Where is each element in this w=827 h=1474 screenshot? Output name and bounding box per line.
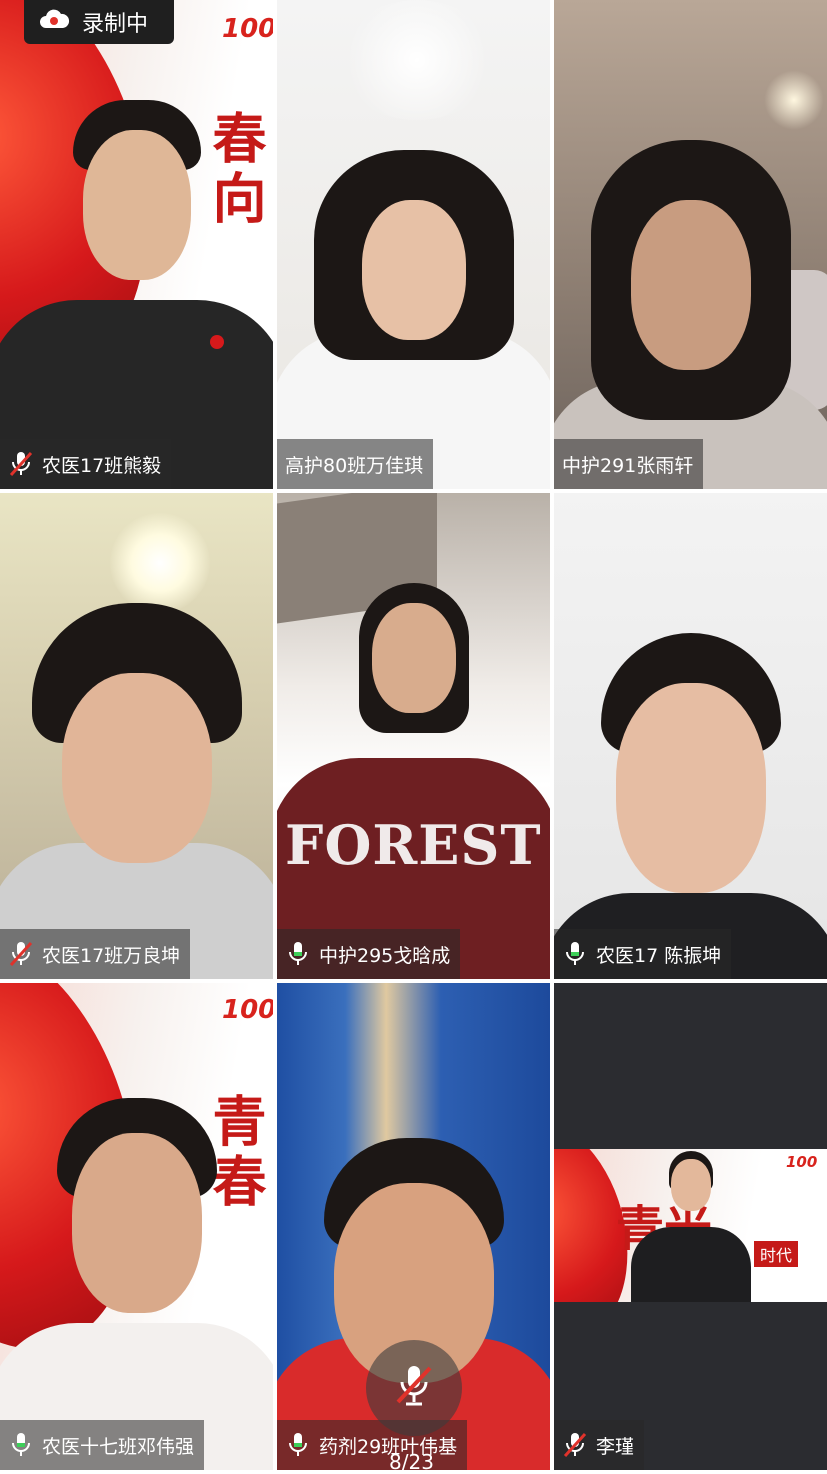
participant-label: 高护80班万佳琪	[277, 439, 434, 489]
participant-tile[interactable]: 100 春向 农医17班熊毅	[0, 0, 273, 489]
mic-muted-icon	[8, 939, 34, 969]
mic-on-icon	[8, 1430, 34, 1460]
mic-muted-icon	[8, 449, 34, 479]
participant-video: 100 春向	[0, 0, 273, 489]
mic-on-icon	[562, 939, 588, 969]
participant-label: 中护291张雨轩	[554, 439, 704, 489]
participant-name: 中护291张雨轩	[562, 454, 694, 477]
participant-name: 中护295戈晗成	[319, 944, 451, 967]
mic-muted-icon	[562, 1430, 588, 1460]
participant-label: 农医17 陈振坤	[554, 929, 732, 979]
participant-label: 中护295戈晗成	[277, 929, 461, 979]
centennial-logo: 100	[786, 1153, 818, 1171]
participant-name: 农医17班万良坤	[42, 944, 181, 967]
participant-video: FOREST	[277, 493, 550, 979]
participant-video: 100 青春	[0, 983, 273, 1470]
mic-on-icon	[285, 1430, 311, 1460]
participant-tile[interactable]: 农医17班万良坤	[0, 493, 273, 979]
video-grid: 100 春向 农医17班熊毅 高护80班万佳琪 中护291张雨轩 农医17班万良…	[0, 0, 827, 1470]
participant-video	[0, 493, 273, 979]
participant-video	[554, 0, 827, 489]
mic-muted-icon	[394, 1362, 434, 1414]
participant-video: 100 青光 时代	[554, 983, 827, 1470]
participant-tile[interactable]: 100 青春 农医十七班邓伟强	[0, 983, 273, 1470]
participant-name: 农医十七班邓伟强	[42, 1435, 195, 1458]
centennial-logo: 100	[222, 14, 273, 44]
participant-video	[277, 0, 550, 489]
participant-tile[interactable]: 100 青光 时代 李瑾	[554, 983, 827, 1470]
participant-label: 农医17班万良坤	[0, 929, 191, 979]
participant-tile[interactable]: 高护80班万佳琪	[277, 0, 550, 489]
participant-tile[interactable]: 中护291张雨轩	[554, 0, 827, 489]
shared-video-thumbnail: 100 青光 时代	[554, 1149, 827, 1302]
participant-name: 李瑾	[596, 1435, 635, 1458]
participant-label: 农医17班熊毅	[0, 439, 172, 489]
mic-on-icon	[285, 939, 311, 969]
participant-tile[interactable]: 农医17 陈振坤	[554, 493, 827, 979]
recording-indicator[interactable]: 录制中	[24, 0, 174, 44]
participant-label: 李瑾	[554, 1420, 645, 1470]
shirt-print: FOREST	[285, 813, 542, 877]
centennial-logo: 100	[222, 995, 273, 1025]
participant-tile[interactable]: FOREST 中护295戈晗成	[277, 493, 550, 979]
participant-name: 农医17班熊毅	[42, 454, 162, 477]
cloud-record-icon	[38, 8, 70, 36]
participant-label: 农医十七班邓伟强	[0, 1420, 205, 1470]
participant-name: 农医17 陈振坤	[596, 944, 722, 967]
page-indicator: 8/23	[389, 1450, 434, 1474]
participant-name: 高护80班万佳琪	[285, 454, 424, 477]
recording-label: 录制中	[82, 12, 149, 37]
participant-video	[554, 493, 827, 979]
mute-toggle-button[interactable]	[366, 1340, 462, 1436]
banner-tagline: 时代	[754, 1241, 799, 1267]
banner-calligraphy: 春向	[203, 110, 267, 230]
